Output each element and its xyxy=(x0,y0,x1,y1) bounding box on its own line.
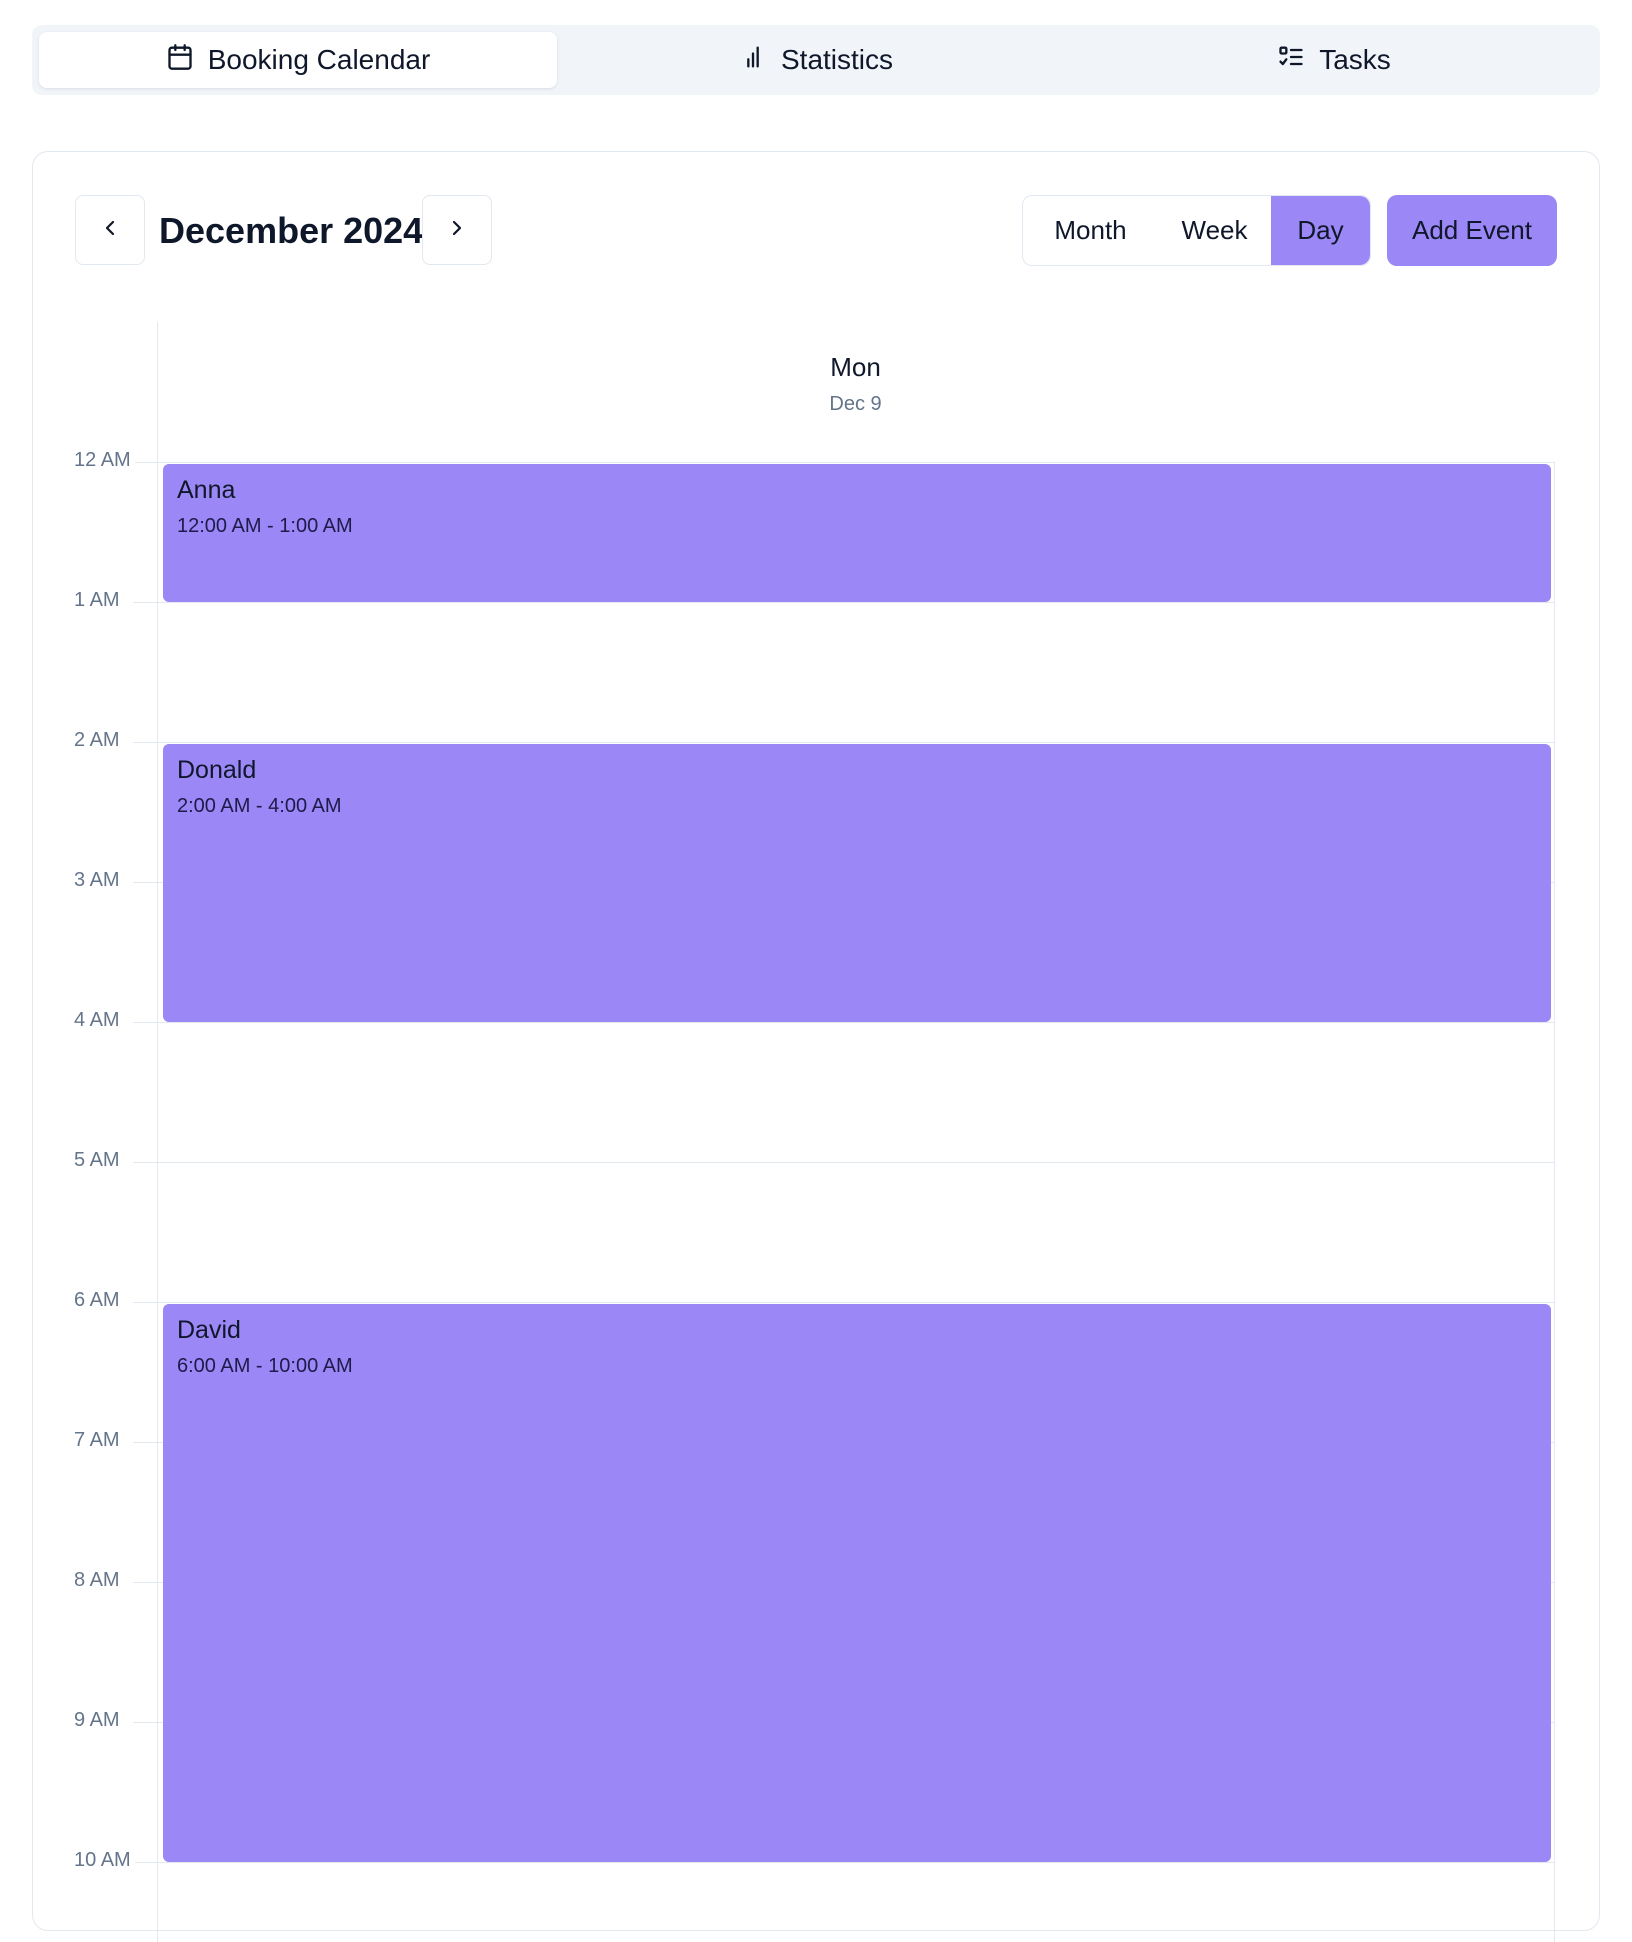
tab-label: Booking Calendar xyxy=(207,44,431,75)
event-time: 6:00 AM - 10:00 AM xyxy=(177,1355,353,1377)
tab-booking-calendar[interactable]: Booking Calendar xyxy=(39,32,557,88)
add-event-button[interactable]: Add Event xyxy=(1387,195,1557,266)
hour-row: 1 AM xyxy=(33,589,1555,612)
event-name: Donald xyxy=(177,756,257,784)
chevron-right-icon xyxy=(445,216,469,245)
hour-row: 12 AM xyxy=(33,449,1555,472)
day-grid: Mon Dec 9 12 AM 1 AM 2 AM 3 AM 4 AM 5 AM 6 AM 7… xyxy=(33,322,1601,1942)
hour-gridline xyxy=(133,462,1555,463)
hour-label: 7 AM xyxy=(74,1429,124,1452)
view-day-button[interactable]: Day xyxy=(1271,196,1370,265)
hour-gridline xyxy=(133,1022,1555,1023)
hour-label: 12 AM xyxy=(74,449,135,472)
tab-tasks[interactable]: Tasks xyxy=(1075,32,1593,88)
view-month-button[interactable]: Month xyxy=(1023,196,1158,265)
hour-row: 6 AM xyxy=(33,1289,1555,1312)
view-week-button[interactable]: Week xyxy=(1158,196,1271,265)
main-tabs: Booking Calendar Statistics Tasks xyxy=(32,25,1600,95)
hour-label: 6 AM xyxy=(74,1289,124,1312)
hour-label: 9 AM xyxy=(74,1709,124,1732)
day-date: Dec 9 xyxy=(829,393,882,415)
event-time: 2:00 AM - 4:00 AM xyxy=(177,795,342,817)
hour-label: 8 AM xyxy=(74,1569,124,1592)
day-name: Mon xyxy=(830,352,881,382)
hour-label: 4 AM xyxy=(74,1009,124,1032)
hour-label: 5 AM xyxy=(74,1149,124,1172)
hour-gridline xyxy=(133,1862,1555,1863)
hour-row: 5 AM xyxy=(33,1149,1555,1172)
hour-label: 3 AM xyxy=(74,869,124,892)
calendar-card: December 2024 Month Week Day Add Event M… xyxy=(32,151,1600,1942)
event-name: David xyxy=(177,1316,241,1344)
hour-label: 1 AM xyxy=(74,589,124,612)
hour-row: 4 AM xyxy=(33,1009,1555,1032)
event-name: Anna xyxy=(177,476,236,504)
day-header: Mon Dec 9 xyxy=(158,352,1553,416)
hour-gridline xyxy=(133,1302,1555,1303)
tab-label: Tasks xyxy=(1319,44,1391,75)
previous-month-button[interactable] xyxy=(75,195,145,265)
time-gutter-divider xyxy=(157,322,158,1942)
calendar-icon xyxy=(166,43,194,78)
hour-row: 2 AM xyxy=(33,729,1555,752)
bar-chart-icon xyxy=(739,43,767,78)
month-title: December 2024 xyxy=(159,210,424,251)
hour-gridline xyxy=(133,602,1555,603)
hour-label: 2 AM xyxy=(74,729,124,752)
day-column-border xyxy=(1554,462,1555,1942)
chevron-left-icon xyxy=(98,216,122,245)
tab-statistics[interactable]: Statistics xyxy=(557,32,1075,88)
event-time: 12:00 AM - 1:00 AM xyxy=(177,515,353,537)
hour-row: 10 AM xyxy=(33,1849,1555,1872)
hour-gridline xyxy=(133,1162,1555,1163)
view-switcher: Month Week Day xyxy=(1022,195,1371,266)
hour-label: 10 AM xyxy=(74,1849,135,1872)
hour-gridline xyxy=(133,742,1555,743)
tab-label: Statistics xyxy=(780,44,894,75)
list-checks-icon xyxy=(1277,43,1305,78)
next-month-button[interactable] xyxy=(422,195,492,265)
event-block[interactable]: Donald 2:00 AM - 4:00 AM xyxy=(163,744,1551,1022)
event-block[interactable]: David 6:00 AM - 10:00 AM xyxy=(163,1304,1551,1862)
event-block[interactable]: Anna 12:00 AM - 1:00 AM xyxy=(163,464,1551,602)
